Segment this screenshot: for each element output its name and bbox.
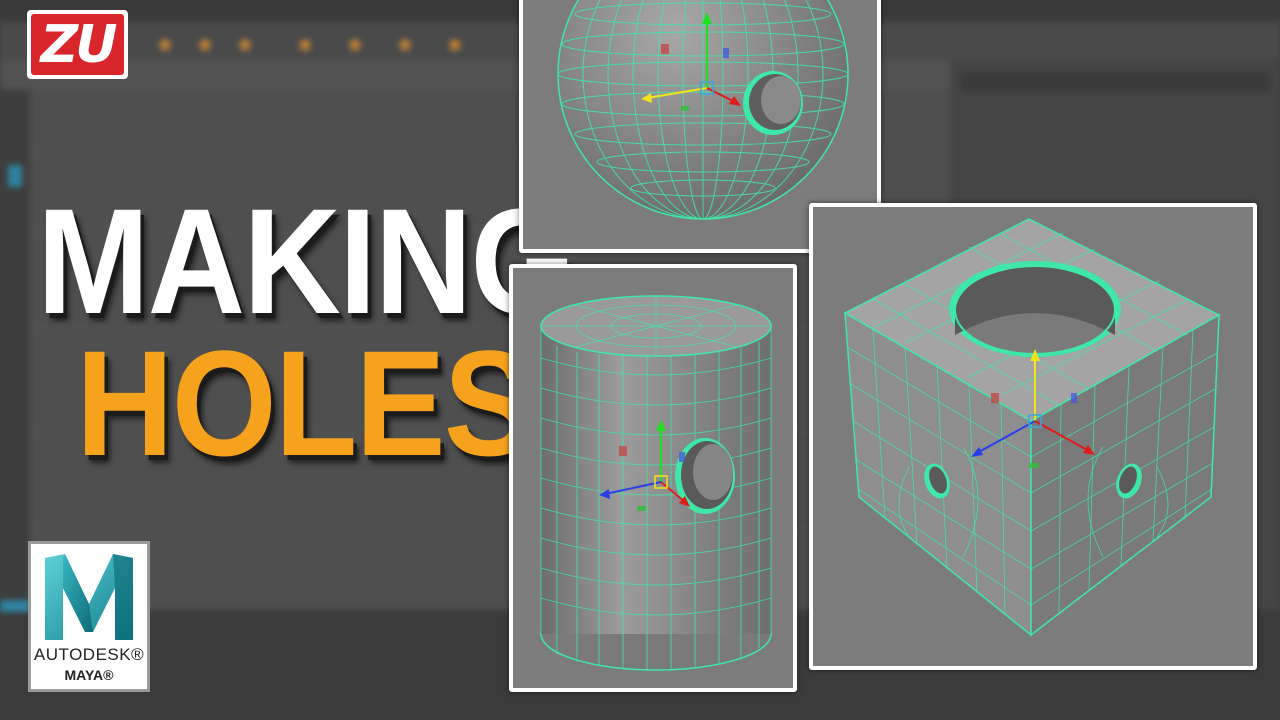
maya-wordmark: MAYA®	[64, 667, 114, 683]
title-line-making: MAKING	[37, 177, 575, 345]
cube-render-panel	[809, 203, 1257, 670]
title-line-holes: HOLES	[76, 319, 534, 487]
cube-with-holes-render	[813, 207, 1253, 666]
autodesk-wordmark: AUTODESK®	[33, 645, 145, 664]
maya-m-icon	[45, 554, 133, 640]
zu-logo-text: ZU	[40, 14, 118, 75]
cylinder-with-hole-render	[513, 268, 793, 688]
autodesk-maya-logo: AUTODESK® MAYA®	[28, 541, 150, 692]
zu-logo-badge: ZU	[31, 14, 124, 75]
zu-logo: ZU	[27, 10, 128, 79]
cylinder-render-panel	[509, 264, 797, 692]
